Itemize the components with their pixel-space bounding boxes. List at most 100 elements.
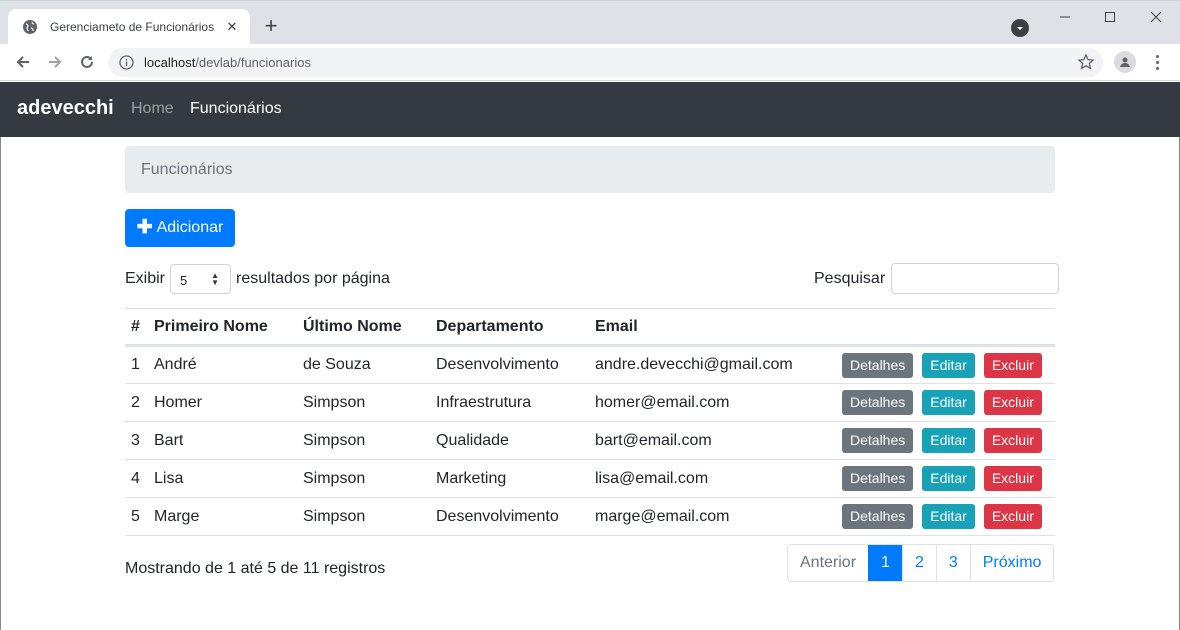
- pagination-page-2[interactable]: 2: [901, 545, 936, 581]
- pagination-page-3[interactable]: 3: [935, 545, 970, 581]
- header-department[interactable]: Departamento: [436, 308, 595, 347]
- brand-logo[interactable]: adevecchi: [17, 97, 114, 120]
- cell-last-name: Simpson: [303, 497, 436, 536]
- tab-search-icon[interactable]: [1011, 19, 1029, 37]
- cell-department: Infraestrutura: [436, 383, 595, 422]
- table-info: Mostrando de 1 até 5 de 11 registros: [125, 560, 386, 577]
- header-id[interactable]: #: [125, 308, 154, 347]
- nav-link-funcionarios[interactable]: Funcionários: [190, 100, 282, 118]
- info-icon[interactable]: [119, 55, 134, 70]
- details-button[interactable]: Detalhes: [842, 466, 914, 491]
- pagination-page-1[interactable]: 1: [868, 545, 902, 581]
- edit-button[interactable]: Editar: [922, 466, 975, 491]
- cell-last-name: Simpson: [303, 421, 436, 460]
- minimize-icon[interactable]: [1042, 1, 1088, 33]
- cell-email: andre.devecchi@gmail.com: [595, 345, 842, 384]
- header-email[interactable]: Email: [595, 308, 842, 347]
- breadcrumb: Funcionários: [125, 146, 1055, 193]
- cell-email: bart@email.com: [595, 421, 842, 460]
- search-input[interactable]: [891, 263, 1060, 294]
- table-row: 1 André de Souza Desenvolvimento andre.d…: [125, 345, 1055, 384]
- pagination: Anterior 1 2 3 Próximo: [787, 544, 1055, 582]
- table-row: 5 Marge Simpson Desenvolvimento marge@em…: [125, 497, 1055, 536]
- cell-actions: Detalhes Editar Excluir: [842, 497, 1055, 536]
- cell-last-name: de Souza: [303, 345, 436, 384]
- maximize-icon[interactable]: [1087, 1, 1133, 33]
- pagination-next[interactable]: Próximo: [969, 545, 1054, 581]
- table-header-row: # Primeiro Nome Último Nome Departamento…: [125, 308, 1055, 347]
- breadcrumb-item: Funcionários: [141, 161, 233, 178]
- address-bar[interactable]: localhost/devlab/funcionarios: [108, 48, 1103, 77]
- plus-icon: ✚: [136, 216, 153, 238]
- profile-icon[interactable]: [1114, 51, 1136, 73]
- cell-id: 1: [125, 345, 154, 384]
- employees-table: # Primeiro Nome Último Nome Departamento…: [125, 308, 1055, 536]
- cell-actions: Detalhes Editar Excluir: [842, 383, 1055, 422]
- cell-last-name: Simpson: [303, 383, 436, 422]
- edit-button[interactable]: Editar: [922, 352, 975, 378]
- cell-actions: Detalhes Editar Excluir: [842, 345, 1055, 384]
- nav-link-home[interactable]: Home: [131, 100, 174, 118]
- delete-button[interactable]: Excluir: [983, 504, 1042, 529]
- cell-first-name: Homer: [154, 383, 303, 422]
- cell-id: 4: [125, 459, 154, 498]
- tab-title: Gerenciameto de Funcionários: [50, 20, 215, 34]
- cell-department: Desenvolvimento: [436, 345, 595, 384]
- header-last-name[interactable]: Último Nome: [303, 308, 436, 347]
- page-length-control: Exibir 5 ▲ ▼ resultados por página: [125, 264, 390, 294]
- close-icon[interactable]: ✕: [224, 19, 240, 35]
- edit-button[interactable]: Editar: [922, 390, 975, 415]
- edit-button[interactable]: Editar: [922, 428, 975, 453]
- cell-actions: Detalhes Editar Excluir: [842, 421, 1055, 460]
- cell-first-name: André: [154, 345, 303, 384]
- pagination-previous[interactable]: Anterior: [788, 545, 868, 581]
- browser-tab-bar: Gerenciameto de Funcionários ✕ +: [0, 0, 1180, 45]
- cell-first-name: Lisa: [154, 459, 303, 498]
- globe-icon: [22, 19, 38, 35]
- cell-id: 5: [125, 497, 154, 536]
- cell-id: 2: [125, 383, 154, 422]
- delete-button[interactable]: Excluir: [983, 352, 1042, 378]
- select-arrows-icon: ▲ ▼: [211, 271, 220, 287]
- reload-icon[interactable]: [76, 51, 98, 73]
- forward-arrow-icon[interactable]: [44, 51, 66, 73]
- search-label: Pesquisar: [814, 269, 886, 287]
- cell-department: Desenvolvimento: [436, 497, 595, 536]
- details-button[interactable]: Detalhes: [842, 428, 914, 453]
- table-row: 2 Homer Simpson Infraestrutura homer@ema…: [125, 383, 1055, 422]
- cell-department: Qualidade: [436, 421, 595, 460]
- site-navbar: adevecchi Home Funcionários: [0, 82, 1180, 137]
- browser-toolbar: localhost/devlab/funcionarios: [0, 44, 1180, 81]
- page-length-select[interactable]: 5 ▲ ▼: [170, 264, 232, 294]
- cell-email: homer@email.com: [595, 383, 842, 422]
- window-close-icon[interactable]: [1133, 1, 1179, 33]
- edit-button[interactable]: Editar: [922, 504, 975, 529]
- star-icon[interactable]: [1077, 53, 1095, 71]
- length-suffix: resultados por página: [236, 270, 390, 287]
- details-button[interactable]: Detalhes: [842, 352, 914, 378]
- length-prefix: Exibir: [125, 270, 166, 287]
- cell-department: Marketing: [436, 459, 595, 498]
- browser-tab[interactable]: Gerenciameto de Funcionários ✕: [8, 9, 250, 45]
- cell-actions: Detalhes Editar Excluir: [842, 459, 1055, 498]
- search-control: Pesquisar: [814, 263, 1060, 294]
- add-button-label: Adicionar: [156, 219, 224, 236]
- cell-id: 3: [125, 421, 154, 460]
- cell-email: lisa@email.com: [595, 459, 842, 498]
- cell-first-name: Marge: [154, 497, 303, 536]
- details-button[interactable]: Detalhes: [842, 390, 914, 415]
- header-first-name[interactable]: Primeiro Nome: [154, 308, 303, 347]
- back-arrow-icon[interactable]: [12, 51, 34, 73]
- details-button[interactable]: Detalhes: [842, 504, 914, 529]
- delete-button[interactable]: Excluir: [983, 466, 1042, 491]
- menu-dots-icon[interactable]: [1150, 52, 1164, 72]
- plus-icon[interactable]: +: [260, 13, 282, 38]
- url-text: localhost/devlab/funcionarios: [144, 55, 311, 70]
- delete-button[interactable]: Excluir: [983, 390, 1042, 415]
- cell-last-name: Simpson: [303, 459, 436, 498]
- cell-email: marge@email.com: [595, 497, 842, 536]
- add-button[interactable]: ✚ Adicionar: [125, 209, 235, 247]
- delete-button[interactable]: Excluir: [983, 428, 1042, 453]
- table-row: 3 Bart Simpson Qualidade bart@email.com …: [125, 421, 1055, 460]
- page-length-value: 5: [180, 273, 188, 288]
